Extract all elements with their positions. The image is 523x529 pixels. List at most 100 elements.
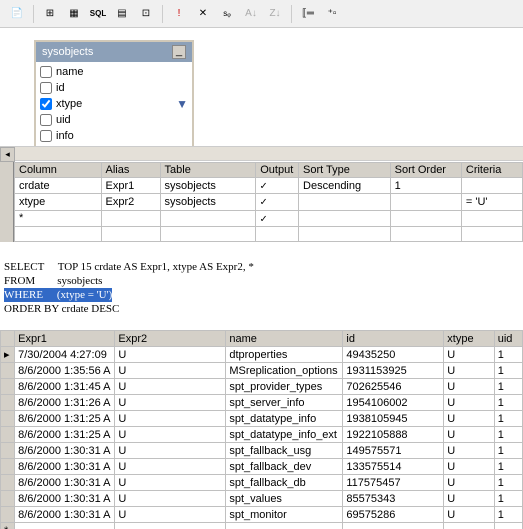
results-row[interactable]: 8/6/2000 1:31:45 AUspt_provider_types702… <box>1 379 523 395</box>
header-column[interactable]: Column <box>15 163 102 178</box>
cell-expr2[interactable]: U <box>115 459 226 475</box>
row-selector[interactable] <box>1 475 15 491</box>
row-selector[interactable] <box>1 395 15 411</box>
cell-name[interactable]: spt_fallback_db <box>226 475 343 491</box>
cell-uid[interactable]: 1 <box>494 443 522 459</box>
header-output[interactable]: Output <box>256 163 299 178</box>
cell-criteria[interactable] <box>461 210 522 226</box>
results-row[interactable]: 8/6/2000 1:30:31 AUspt_fallback_dev13357… <box>1 459 523 475</box>
minimize-icon[interactable]: _ <box>172 45 186 59</box>
row-selector[interactable] <box>1 491 15 507</box>
cell-name[interactable]: spt_monitor <box>226 507 343 523</box>
results-row[interactable]: 8/6/2000 1:30:31 AUspt_monitor69575286U1 <box>1 507 523 523</box>
cell-id[interactable]: 702625546 <box>343 379 444 395</box>
column-checkbox[interactable] <box>40 66 52 78</box>
cell-id[interactable]: 1922105888 <box>343 427 444 443</box>
cell-sorttype[interactable] <box>299 194 391 210</box>
cell-expr2[interactable]: U <box>115 475 226 491</box>
sql-where-highlighted[interactable]: WHERE (xtype = 'U') <box>4 288 112 302</box>
header-name[interactable]: name <box>226 331 343 347</box>
cell-expr2[interactable]: U <box>115 443 226 459</box>
cell-name[interactable]: spt_datatype_info <box>226 411 343 427</box>
results-row[interactable]: 8/6/2000 1:31:25 AUspt_datatype_info1938… <box>1 411 523 427</box>
cell-xtype[interactable]: U <box>444 459 494 475</box>
new-query-button[interactable]: 📄 <box>6 4 28 24</box>
cell-expr2[interactable]: U <box>115 379 226 395</box>
cell-expr2[interactable]: U <box>115 411 226 427</box>
results-row[interactable]: ▸7/30/2004 4:27:09Udtproperties49435250U… <box>1 347 523 363</box>
design-row[interactable] <box>15 226 523 241</box>
cell-column[interactable] <box>15 226 102 241</box>
cell-alias[interactable]: Expr1 <box>101 178 160 194</box>
header-uid[interactable]: uid <box>494 331 522 347</box>
cell-sortorder[interactable] <box>390 210 461 226</box>
cell-xtype[interactable]: U <box>444 379 494 395</box>
column-checkbox[interactable] <box>40 98 52 110</box>
cell-sortorder[interactable] <box>390 194 461 210</box>
results-row[interactable]: 8/6/2000 1:35:56 AUMSreplication_options… <box>1 363 523 379</box>
cell-id[interactable]: 149575571 <box>343 443 444 459</box>
sort-desc-button[interactable]: Z↓ <box>264 4 286 24</box>
cell-output[interactable]: ✓ <box>256 210 299 226</box>
cell-expr1[interactable]: 8/6/2000 1:31:26 A <box>15 395 115 411</box>
cell-criteria[interactable]: = 'U' <box>461 194 522 210</box>
cell-uid[interactable]: 1 <box>494 475 522 491</box>
cell-id[interactable]: 85575343 <box>343 491 444 507</box>
group-button[interactable]: ⟦═ <box>297 4 319 24</box>
cell-expr2[interactable]: U <box>115 395 226 411</box>
cell-name[interactable]: spt_fallback_dev <box>226 459 343 475</box>
cell-alias[interactable]: Expr2 <box>101 194 160 210</box>
results-row[interactable]: 8/6/2000 1:31:26 AUspt_server_info195410… <box>1 395 523 411</box>
scroll-left-button[interactable]: ◂ <box>0 147 15 162</box>
cell-expr1[interactable]: 7/30/2004 4:27:09 <box>15 347 115 363</box>
cell-expr1[interactable]: 8/6/2000 1:30:31 A <box>15 475 115 491</box>
header-sorttype[interactable]: Sort Type <box>299 163 391 178</box>
cell-table[interactable]: sysobjects <box>160 178 256 194</box>
cell-output[interactable]: ✓ <box>256 178 299 194</box>
column-checkbox[interactable] <box>40 114 52 126</box>
cell-xtype[interactable]: U <box>444 443 494 459</box>
cell-expr2[interactable]: U <box>115 363 226 379</box>
cell-sorttype[interactable] <box>299 226 391 241</box>
cell-output[interactable] <box>256 226 299 241</box>
column-checkbox[interactable] <box>40 130 52 142</box>
cell-expr1[interactable]: 8/6/2000 1:31:45 A <box>15 379 115 395</box>
diagram-scrollbar[interactable]: ◂ <box>0 146 523 161</box>
cell-column[interactable]: crdate <box>15 178 102 194</box>
results-row[interactable]: 8/6/2000 1:30:31 AUspt_fallback_db117575… <box>1 475 523 491</box>
cell-table[interactable] <box>160 226 256 241</box>
header-xtype[interactable]: xtype <box>444 331 494 347</box>
row-selector[interactable] <box>1 363 15 379</box>
cell-uid[interactable]: 1 <box>494 427 522 443</box>
cell-id[interactable]: 133575514 <box>343 459 444 475</box>
grid-pane-button[interactable]: ▦ <box>63 4 85 24</box>
cell-name[interactable]: MSreplication_options <box>226 363 343 379</box>
cell-sortorder[interactable] <box>390 226 461 241</box>
cell-expr1[interactable]: 8/6/2000 1:31:25 A <box>15 411 115 427</box>
cell-uid[interactable]: 1 <box>494 379 522 395</box>
add-table-button[interactable]: ⁺▫ <box>321 4 343 24</box>
cell-name[interactable]: dtproperties <box>226 347 343 363</box>
cell-expr1[interactable]: 8/6/2000 1:31:25 A <box>15 427 115 443</box>
cell-id[interactable]: 1938105945 <box>343 411 444 427</box>
design-row[interactable]: * ✓ <box>15 210 523 226</box>
column-checkbox[interactable] <box>40 82 52 94</box>
cell-xtype[interactable]: U <box>444 491 494 507</box>
new-row-marker[interactable]: * <box>1 523 15 529</box>
cell-expr1[interactable]: 8/6/2000 1:30:31 A <box>15 491 115 507</box>
results-table[interactable]: Expr1 Expr2 name id xtype uid ▸7/30/2004… <box>0 330 523 529</box>
cell-xtype[interactable]: U <box>444 395 494 411</box>
cell-uid[interactable]: 1 <box>494 411 522 427</box>
column-list[interactable]: name id xtype ▼ uid info <box>36 62 192 152</box>
sql-check-button[interactable]: sᵩ <box>216 4 238 24</box>
cell-criteria[interactable] <box>461 226 522 241</box>
cell-expr1[interactable]: 8/6/2000 1:35:56 A <box>15 363 115 379</box>
design-row[interactable]: crdate Expr1 sysobjects ✓ Descending 1 <box>15 178 523 194</box>
verify-sql-button[interactable]: ⊡ <box>135 4 157 24</box>
cell-uid[interactable]: 1 <box>494 395 522 411</box>
header-alias[interactable]: Alias <box>101 163 160 178</box>
cell-output[interactable]: ✓ <box>256 194 299 210</box>
diagram-pane-button[interactable]: ⊞ <box>39 4 61 24</box>
cell-table[interactable] <box>160 210 256 226</box>
cell-id[interactable]: 69575286 <box>343 507 444 523</box>
